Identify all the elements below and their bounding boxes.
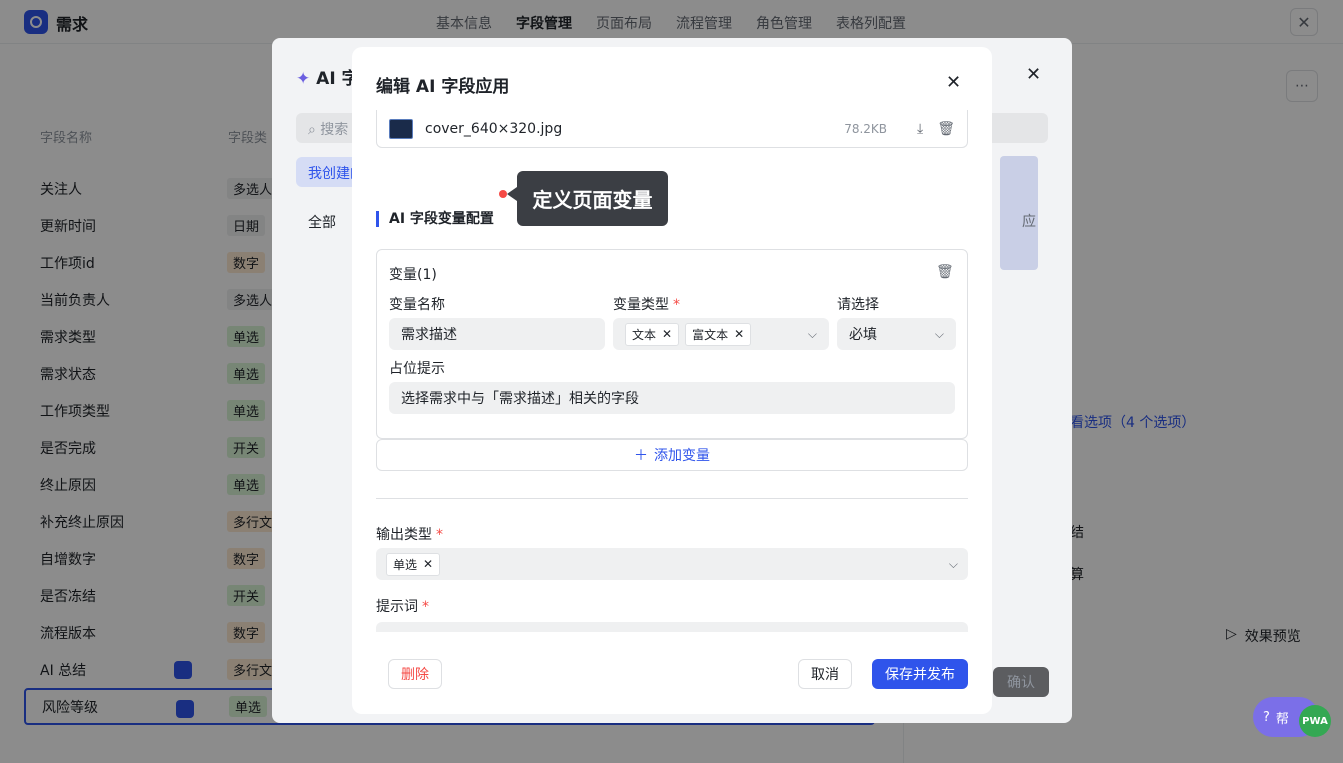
tooltip-arrow (507, 187, 517, 201)
file-name: cover_640×320.jpg (425, 120, 563, 137)
variable-type-label-text: 变量类型 (613, 297, 669, 313)
output-type-label-text: 输出类型 (376, 527, 432, 543)
modal2-title: 编辑 AI 字段应用 (376, 77, 510, 97)
required-mark: * (436, 527, 443, 543)
app-card-text: 应 (1022, 214, 1036, 230)
confirm-button[interactable]: 确认 (993, 667, 1049, 697)
help-label: 帮 (1275, 711, 1289, 727)
type-chip-richtext: 富文本 ✕ (685, 322, 752, 346)
variable-name-input[interactable]: 需求描述 (389, 318, 605, 350)
variable-delete-icon[interactable]: 🗑 (936, 264, 954, 280)
section-title: AI 字段变量配置 (376, 211, 494, 227)
download-icon[interactable]: ⤓ (917, 121, 923, 137)
tab-all[interactable]: 全部 (308, 212, 336, 232)
add-variable-button[interactable]: ＋ 添加变量 (376, 439, 968, 471)
search-icon: ⌕ (308, 122, 316, 138)
pwa-badge[interactable]: PWA (1299, 705, 1331, 737)
type-chip-text: 文本 ✕ (625, 322, 680, 346)
prompt-label-text: 提示词 (376, 599, 418, 615)
cancel-button[interactable]: 取消 (798, 659, 852, 689)
search-placeholder: 搜索 (320, 122, 349, 138)
attachment-row: cover_640×320.jpg 78.2KB ⤓ 🗑 (376, 110, 968, 148)
chevron-down-icon: ⌵ (948, 556, 958, 571)
required-select[interactable]: 必填 ⌵ (837, 318, 956, 350)
type-chip-richtext-label: 富文本 (692, 327, 729, 342)
tooltip: 定义页面变量 (517, 171, 668, 226)
output-type-label: 输出类型 * (376, 524, 443, 544)
placeholder-input[interactable]: 选择需求中与「需求描述」相关的字段 (389, 382, 955, 414)
chevron-down-icon: ⌵ (807, 326, 817, 341)
variable-type-label: 变量类型 * (613, 294, 680, 314)
add-variable-label: 添加变量 (654, 448, 710, 464)
variable-header: 变量(1) (389, 267, 437, 283)
output-type-select[interactable]: 单选 ✕ ⌵ (376, 548, 968, 580)
modal1-close-icon[interactable]: ✕ (1026, 64, 1041, 85)
divider (376, 498, 968, 499)
delete-icon[interactable]: 🗑 (937, 121, 955, 137)
file-thumbnail (389, 118, 413, 139)
modal2-close-icon[interactable]: ✕ (946, 72, 961, 93)
chip-close-icon[interactable]: ✕ (734, 327, 744, 341)
delete-button[interactable]: 删除 (388, 659, 442, 689)
chevron-down-icon: ⌵ (934, 326, 944, 341)
output-type-chip: 单选 ✕ (386, 552, 441, 576)
required-mark: * (422, 599, 429, 615)
save-publish-button[interactable]: 保存并发布 (872, 659, 968, 689)
required-mark: * (673, 297, 680, 313)
required-select-label: 请选择 (837, 297, 879, 313)
output-type-chip-label: 单选 (393, 557, 418, 572)
plus-icon: ＋ (634, 448, 648, 464)
variable-type-select[interactable]: 文本 ✕ 富文本 ✕ ⌵ (613, 318, 829, 350)
prompt-textarea[interactable] (376, 622, 968, 632)
tooltip-anchor-dot (499, 190, 507, 198)
type-chip-text-label: 文本 (632, 327, 657, 342)
app-card[interactable]: 应 (1000, 156, 1038, 270)
chip-close-icon[interactable]: ✕ (423, 557, 433, 571)
prompt-label: 提示词 * (376, 596, 429, 616)
variable-name-label: 变量名称 (389, 297, 445, 313)
required-select-value: 必填 (849, 327, 877, 343)
modal1-title: ✦ AI 字 (296, 64, 359, 89)
sparkle-icon: ✦ (296, 69, 311, 89)
chip-close-icon[interactable]: ✕ (662, 327, 672, 341)
placeholder-label: 占位提示 (389, 361, 445, 377)
file-size: 78.2KB (844, 121, 888, 136)
help-icon: ? (1263, 709, 1270, 725)
